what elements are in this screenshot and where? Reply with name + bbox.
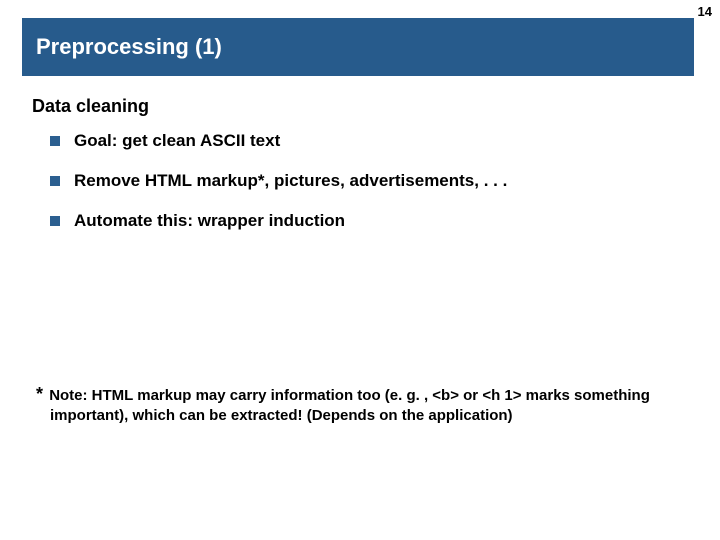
bullet-list: Goal: get clean ASCII text Remove HTML m… [50, 131, 688, 231]
list-item: Remove HTML markup*, pictures, advertise… [50, 171, 688, 191]
title-bar: Preprocessing (1) [22, 18, 694, 76]
slide: 14 Preprocessing (1) Data cleaning Goal:… [0, 0, 720, 540]
bullet-text: Goal: get clean ASCII text [74, 131, 280, 151]
square-bullet-icon [50, 216, 60, 226]
slide-body: Data cleaning Goal: get clean ASCII text… [32, 96, 688, 251]
bullet-text: Remove HTML markup*, pictures, advertise… [74, 171, 507, 191]
page-number: 14 [698, 4, 712, 19]
footnote-text: Note: HTML markup may carry information … [49, 387, 650, 424]
list-item: Goal: get clean ASCII text [50, 131, 688, 151]
footnote: * Note: HTML markup may carry informatio… [50, 382, 686, 427]
body-heading: Data cleaning [32, 96, 688, 117]
square-bullet-icon [50, 176, 60, 186]
bullet-text: Automate this: wrapper induction [74, 211, 345, 231]
slide-title: Preprocessing (1) [36, 34, 222, 60]
footnote-star: * [36, 382, 45, 406]
square-bullet-icon [50, 136, 60, 146]
list-item: Automate this: wrapper induction [50, 211, 688, 231]
